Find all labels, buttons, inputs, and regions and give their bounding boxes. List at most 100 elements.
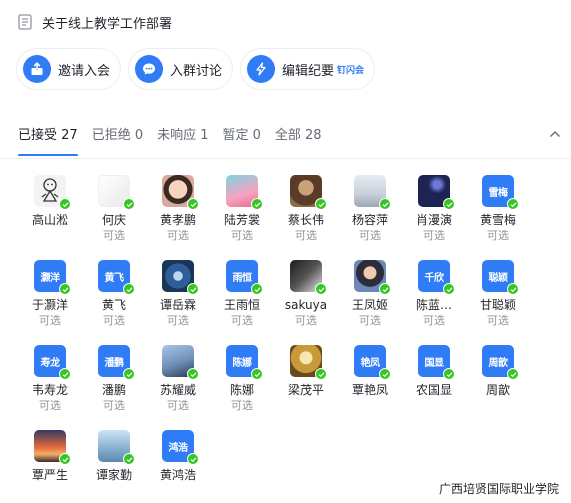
member-item[interactable]: 黄孝鹏 可选 xyxy=(146,175,210,260)
member-item[interactable]: 覃严生 xyxy=(18,430,82,503)
member-name: 何庆 xyxy=(101,213,126,227)
member-item[interactable]: 寿龙 韦寿龙 可选 xyxy=(18,345,82,430)
accepted-check-icon xyxy=(315,283,327,295)
accepted-check-icon xyxy=(379,368,391,380)
member-item[interactable]: 谭家勤 xyxy=(82,430,146,503)
group-chat-label: 入群讨论 xyxy=(170,63,223,79)
avatar-wrapper: 雨恒 xyxy=(226,260,263,295)
invite-button[interactable]: 邀请入会 xyxy=(16,48,122,90)
accepted-check-icon xyxy=(187,283,199,295)
avatar-wrapper xyxy=(290,345,327,380)
member-name: 梁茂平 xyxy=(287,383,324,397)
accepted-check-icon xyxy=(187,198,199,210)
member-optional-label: 可选 xyxy=(295,314,317,327)
member-item[interactable]: 杨容萍 可选 xyxy=(338,175,402,260)
chat-icon xyxy=(135,55,164,83)
member-item[interactable]: 苏耀威 可选 xyxy=(146,345,210,430)
group-chat-button[interactable]: 入群讨论 xyxy=(128,48,234,90)
member-optional-label: 可选 xyxy=(39,399,61,412)
member-name: 潘鹏 xyxy=(101,383,126,397)
accepted-check-icon xyxy=(443,283,455,295)
avatar-wrapper xyxy=(162,345,199,380)
member-optional-label: 可选 xyxy=(231,399,253,412)
tab-declined[interactable]: 已拒绝 0 xyxy=(92,122,143,150)
accepted-check-icon xyxy=(187,453,199,465)
member-name: 陈娜 xyxy=(229,383,254,397)
member-name: 苏耀威 xyxy=(159,383,196,397)
tab-no-response[interactable]: 未响应 1 xyxy=(157,122,208,150)
member-item[interactable]: 国显 农国显 xyxy=(402,345,466,430)
member-optional-label: 可选 xyxy=(167,229,189,242)
accepted-check-icon xyxy=(123,283,135,295)
member-item[interactable]: 陈娜 陈娜 可选 xyxy=(210,345,274,430)
accepted-check-icon xyxy=(315,198,327,210)
invite-label: 邀请入会 xyxy=(58,63,111,79)
member-item[interactable]: 潘鹏 潘鹏 可选 xyxy=(82,345,146,430)
accepted-check-icon xyxy=(187,368,199,380)
member-optional-label: 可选 xyxy=(487,229,509,242)
member-item[interactable]: 雨恒 王雨恒 可选 xyxy=(210,260,274,345)
avatar-wrapper xyxy=(354,260,391,295)
avatar-wrapper xyxy=(226,175,263,210)
avatar-wrapper: 国显 xyxy=(418,345,455,380)
accepted-check-icon xyxy=(59,368,71,380)
member-item[interactable]: 蔡长伟 可选 xyxy=(274,175,338,260)
member-item[interactable]: sakuya 可选 xyxy=(274,260,338,345)
avatar-wrapper xyxy=(354,175,391,210)
avatar-wrapper xyxy=(98,430,135,465)
tab-all[interactable]: 全部 28 xyxy=(275,122,322,150)
member-optional-label: 可选 xyxy=(487,314,509,327)
member-name: 覃严生 xyxy=(31,468,68,482)
member-name: 周歆 xyxy=(485,383,510,397)
member-item[interactable]: 高山淞 xyxy=(18,175,82,260)
avatar-wrapper: 千欣 xyxy=(418,260,455,295)
member-item[interactable]: 王凤姬 可选 xyxy=(338,260,402,345)
member-name: 韦寿龙 xyxy=(31,383,68,397)
member-name: 肖漫演 xyxy=(415,213,452,227)
chevron-up-icon[interactable] xyxy=(548,127,562,141)
member-item[interactable]: 艳凤 覃艳凤 xyxy=(338,345,402,430)
member-item[interactable]: 鸿浩 黄鸿浩 xyxy=(146,430,210,503)
member-item[interactable]: 何庆 可选 xyxy=(82,175,146,260)
accepted-check-icon xyxy=(251,368,263,380)
avatar-wrapper xyxy=(418,175,455,210)
member-optional-label: 可选 xyxy=(167,314,189,327)
member-optional-label: 可选 xyxy=(423,314,445,327)
avatar-wrapper xyxy=(98,175,135,210)
member-name: 王雨恒 xyxy=(223,298,260,312)
member-name: 农国显 xyxy=(415,383,452,397)
edit-minutes-button[interactable]: 编辑纪要 钉闪会 xyxy=(240,48,376,90)
member-item[interactable]: 聪颖 甘聪颖 可选 xyxy=(466,260,530,345)
member-item[interactable]: 雪梅 黄雪梅 可选 xyxy=(466,175,530,260)
avatar-wrapper: 周歆 xyxy=(482,345,519,380)
accepted-check-icon xyxy=(123,453,135,465)
member-item[interactable]: 黄飞 黄飞 可选 xyxy=(82,260,146,345)
avatar-wrapper: 灏洋 xyxy=(34,260,71,295)
member-name: 黄飞 xyxy=(101,298,126,312)
member-item[interactable]: 周歆 周歆 xyxy=(466,345,530,430)
accepted-check-icon xyxy=(507,283,519,295)
member-item[interactable]: 陆芳裳 可选 xyxy=(210,175,274,260)
member-name: 甘聪颖 xyxy=(479,298,516,312)
accepted-check-icon xyxy=(315,368,327,380)
member-item[interactable]: 谭岳霖 可选 xyxy=(146,260,210,345)
member-item[interactable]: 千欣 陈蓝… 可选 xyxy=(402,260,466,345)
edit-icon xyxy=(247,55,276,83)
tab-tentative[interactable]: 暂定 0 xyxy=(223,122,261,150)
response-tabs: 已接受 27 已拒绝 0 未响应 1 暂定 0 全部 28 xyxy=(18,122,322,158)
member-name: 黄孝鹏 xyxy=(159,213,196,227)
avatar-wrapper xyxy=(34,430,71,465)
member-name: 蔡长伟 xyxy=(287,213,324,227)
member-name: 谭家勤 xyxy=(95,468,132,482)
member-item[interactable]: 梁茂平 xyxy=(274,345,338,430)
avatar-wrapper: 潘鹏 xyxy=(98,345,135,380)
member-item[interactable]: 肖漫演 可选 xyxy=(402,175,466,260)
member-name: 黄鸿浩 xyxy=(159,468,196,482)
meeting-title: 关于线上教学工作部署 xyxy=(42,16,173,32)
member-item[interactable]: 灏洋 于灏洋 可选 xyxy=(18,260,82,345)
member-optional-label: 可选 xyxy=(39,314,61,327)
member-optional-label: 可选 xyxy=(167,399,189,412)
member-name: 杨容萍 xyxy=(351,213,388,227)
tab-accepted[interactable]: 已接受 27 xyxy=(18,122,78,156)
accepted-check-icon xyxy=(59,283,71,295)
